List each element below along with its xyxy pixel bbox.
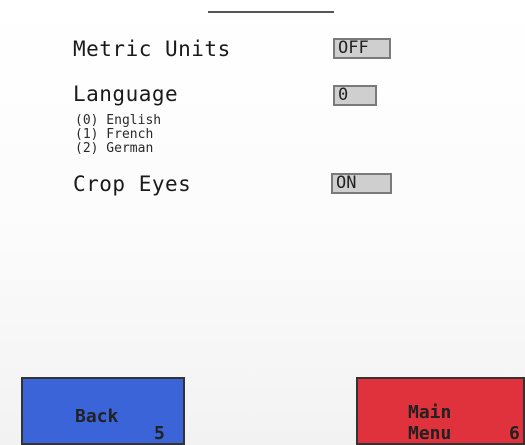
- back-button[interactable]: Back 5: [21, 377, 185, 445]
- language-option-english: (0) English: [75, 113, 162, 128]
- settings-screen: Metric Units OFF Language 0 (0) English …: [0, 0, 525, 445]
- main-menu-button-label-line1: Main: [408, 402, 452, 423]
- language-label: Language: [73, 82, 179, 106]
- main-menu-button[interactable]: Main Menu 6: [356, 377, 525, 445]
- crop-eyes-value[interactable]: ON: [331, 173, 392, 194]
- back-button-label: Back: [75, 406, 119, 427]
- language-value[interactable]: 0: [333, 85, 377, 106]
- language-options-list: (0) English (1) French (2) German: [75, 114, 161, 156]
- metric-units-value[interactable]: OFF: [333, 38, 391, 59]
- back-button-key: 5: [154, 423, 165, 444]
- language-option-german: (2) German: [75, 141, 154, 156]
- language-option-french: (1) French: [75, 127, 154, 142]
- top-divider: [208, 0, 334, 13]
- crop-eyes-label: Crop Eyes: [73, 172, 192, 196]
- main-menu-button-key: 6: [509, 423, 520, 444]
- main-menu-button-label-line2: Menu: [408, 423, 452, 444]
- metric-units-label: Metric Units: [73, 37, 231, 61]
